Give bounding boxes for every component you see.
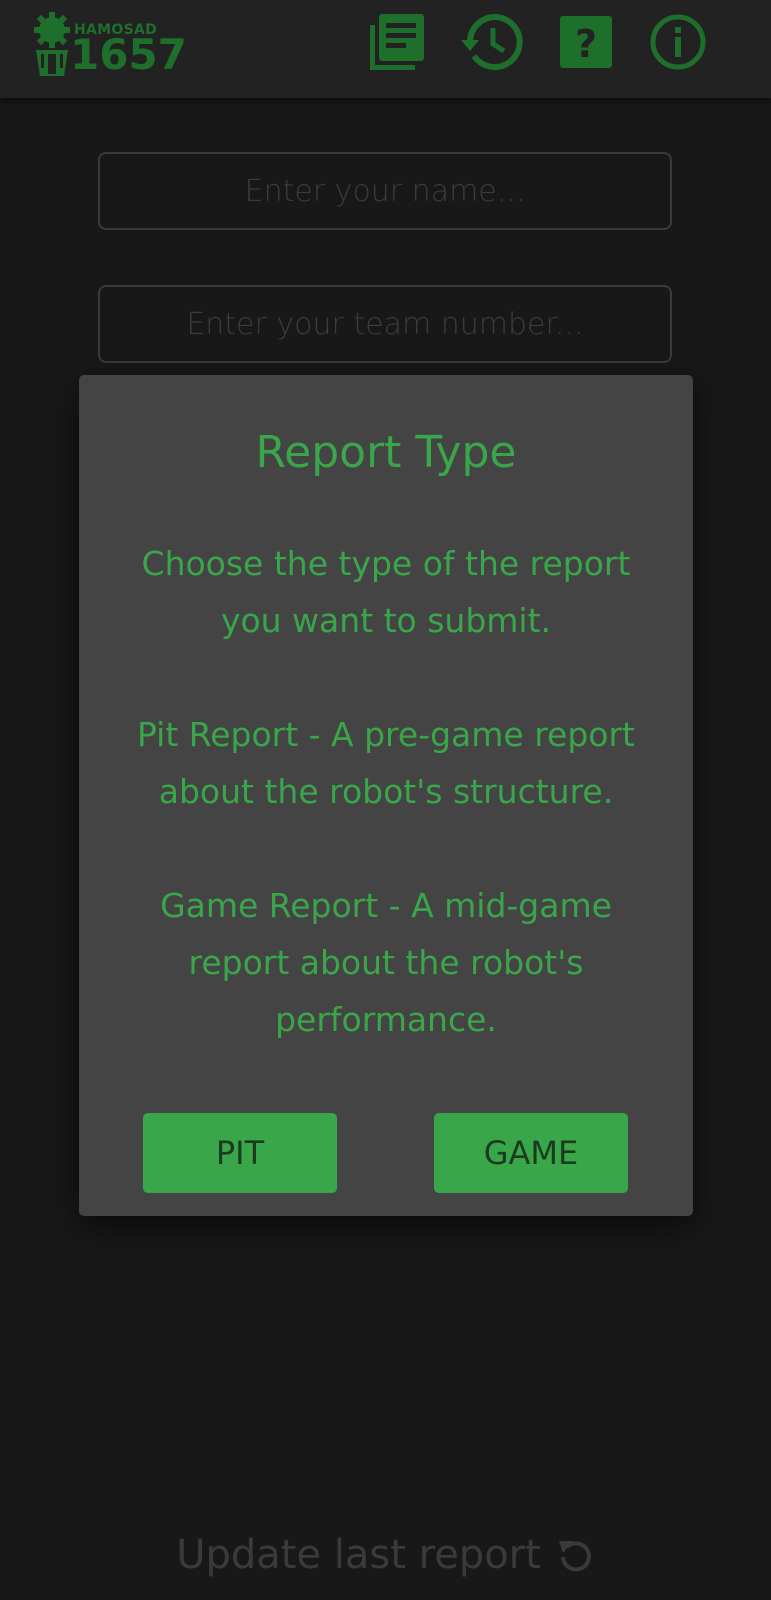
game-report-button[interactable]: GAME — [434, 1113, 628, 1193]
dialog-description: Choose the type of the report you want t… — [119, 535, 653, 1105]
dialog-paragraph-game: Game Report - A mid-game report about th… — [160, 886, 612, 1039]
dialog-paragraph-intro: Choose the type of the report you want t… — [141, 544, 631, 640]
report-type-dialog: Report Type Choose the type of the repor… — [79, 375, 693, 1216]
dialog-paragraph-pit: Pit Report - A pre-game report about the… — [136, 715, 635, 811]
dialog-title: Report Type — [255, 427, 517, 478]
pit-report-button[interactable]: PIT — [143, 1113, 337, 1193]
